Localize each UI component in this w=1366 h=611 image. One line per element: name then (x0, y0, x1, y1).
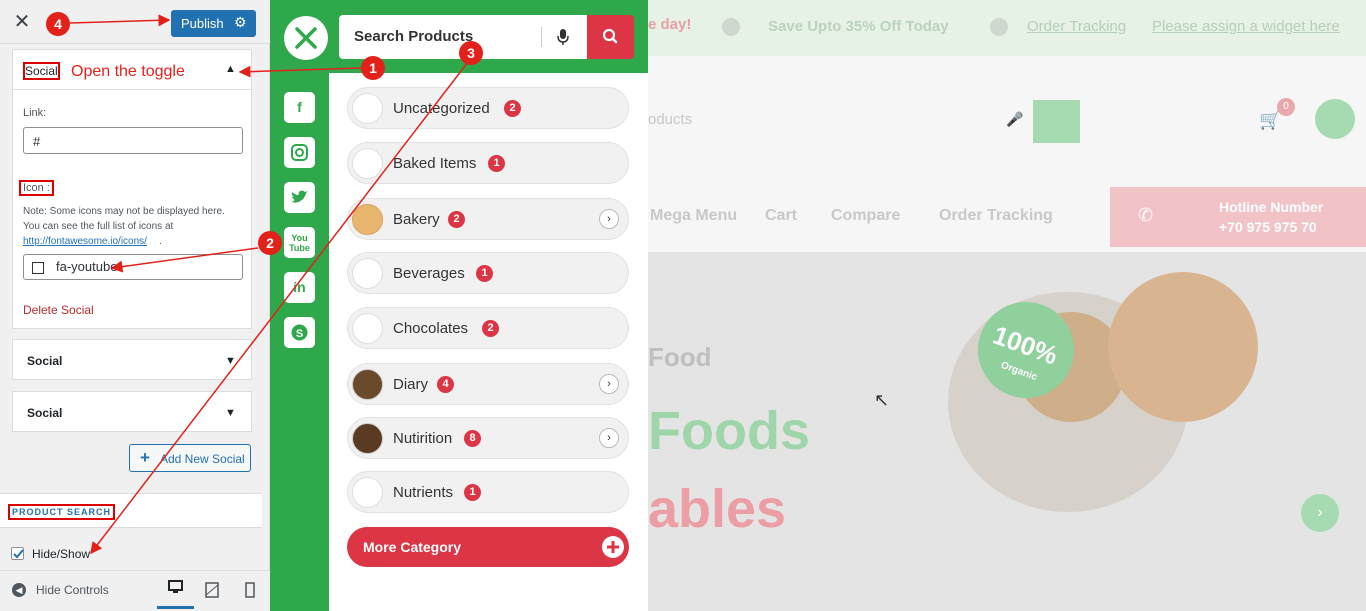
annotation-number: 1 (361, 56, 385, 80)
annotation-number: 3 (459, 41, 483, 65)
annotation-arrows (69, 14, 469, 555)
annotation-number: 4 (46, 12, 70, 36)
annotation-number: 2 (258, 231, 282, 255)
